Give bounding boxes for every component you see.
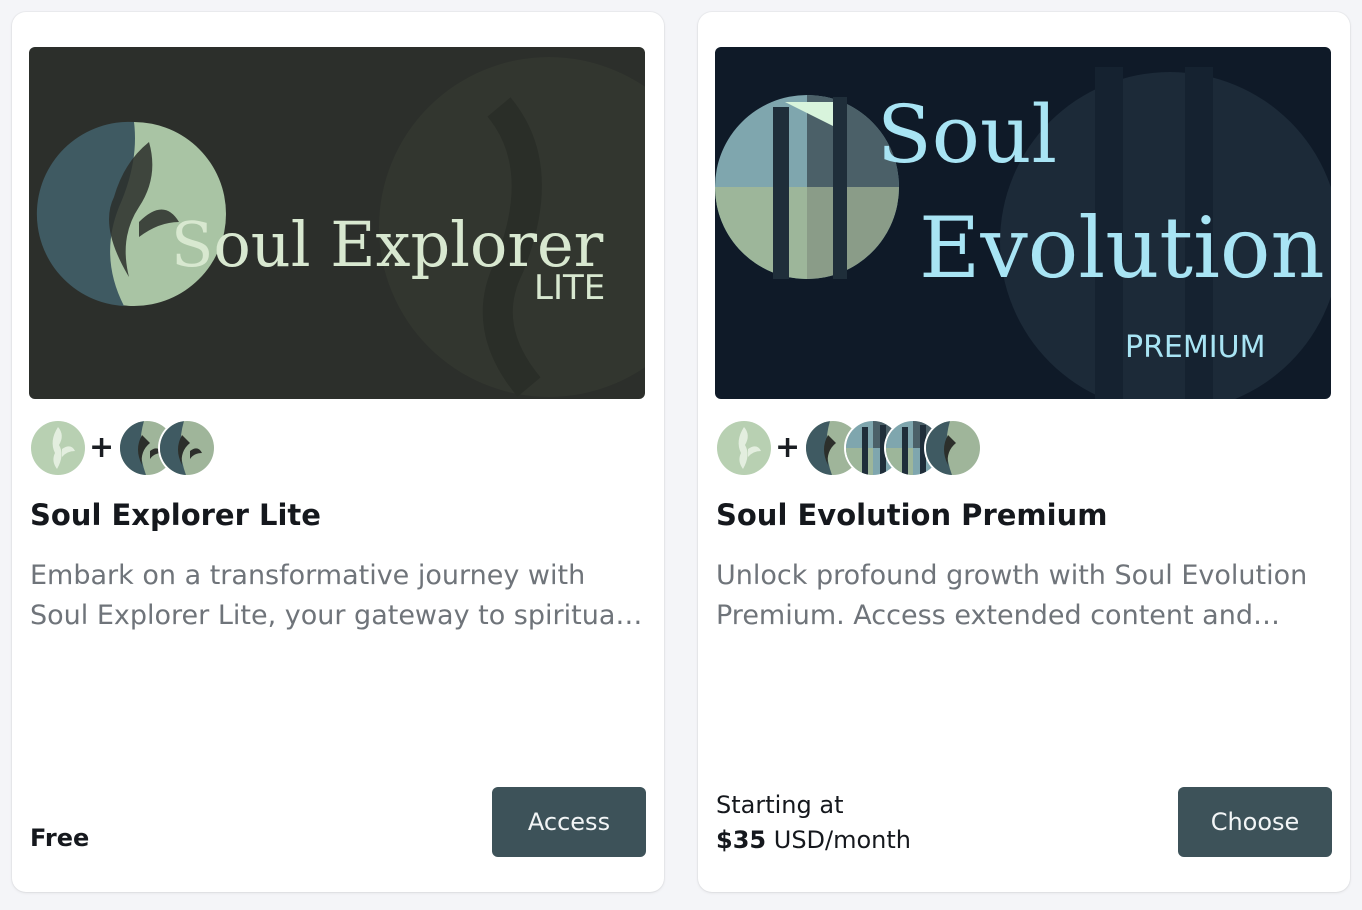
included-programs-icons: + xyxy=(31,420,215,476)
price-line: $35 USD/month xyxy=(716,823,911,858)
banner-logo-line2: Evolution xyxy=(919,199,1325,297)
explorer-lite-icon xyxy=(717,421,771,475)
price-prefix: Starting at xyxy=(716,791,844,819)
banner-logo-subtext: PREMIUM xyxy=(1125,330,1265,365)
explorer-lite-icon xyxy=(31,421,85,475)
product-description: Embark on a transformative journey with … xyxy=(30,560,623,631)
banner-logo-subtext: LITE xyxy=(534,268,605,308)
product-title: Soul Explorer Lite xyxy=(30,498,321,532)
plus-sign: + xyxy=(775,430,801,465)
product-price: Starting at $35 USD/month xyxy=(716,788,911,858)
product-title: Soul Evolution Premium xyxy=(716,498,1108,532)
access-button[interactable]: Access xyxy=(492,787,646,857)
explorer-icon xyxy=(926,421,981,475)
product-card-soul-explorer-lite: Soul Explorer LITE + Soul Explorer Lite … xyxy=(12,12,664,892)
product-price: Free xyxy=(30,824,90,852)
choose-button[interactable]: Choose xyxy=(1178,787,1332,857)
explorer-icon xyxy=(160,421,215,475)
included-programs-icons: + xyxy=(717,420,981,476)
banner-logo-line1: Soul xyxy=(877,88,1057,181)
product-description: Unlock profound growth with Soul Evoluti… xyxy=(716,560,1308,631)
price-unit: USD/month xyxy=(773,826,912,854)
product-banner-image: Soul Explorer LITE xyxy=(29,47,645,399)
plus-sign: + xyxy=(89,430,115,465)
product-banner-image: Soul Evolution PREMIUM xyxy=(715,47,1331,399)
price-amount: $35 xyxy=(716,826,767,854)
product-card-soul-evolution-premium: Soul Evolution PREMIUM + Soul Evolution … xyxy=(698,12,1350,892)
